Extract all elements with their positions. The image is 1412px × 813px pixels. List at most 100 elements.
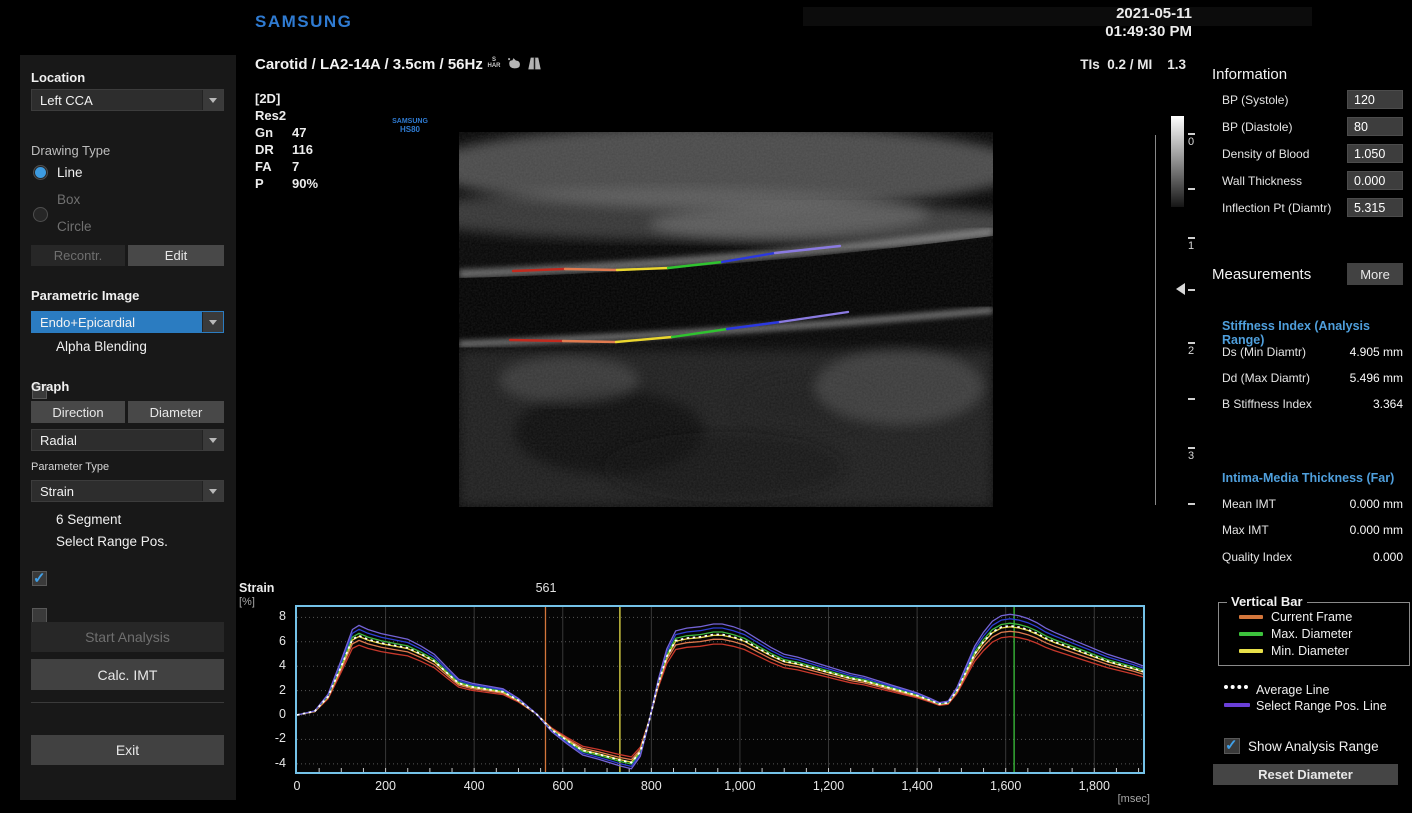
legend-label: Max. Diameter: [1271, 627, 1352, 641]
mode-label: [2D]: [255, 91, 280, 106]
x-tick-label: 1,800: [1070, 779, 1118, 793]
preset-label: Res2: [255, 108, 286, 123]
measure-label: Mean IMT: [1222, 497, 1276, 511]
depth-label: 1: [1185, 240, 1197, 252]
y-tick-label: -2: [258, 731, 286, 745]
vertical-bar-legend: Vertical Bar Current Frame Max. Diameter…: [1218, 602, 1410, 666]
alpha-blending-label: Alpha Blending: [56, 339, 147, 354]
ultrasound-image[interactable]: [459, 132, 993, 507]
show-analysis-range-checkbox[interactable]: [1224, 738, 1240, 754]
ruler-tick: [1188, 342, 1195, 344]
current-frame-swatch: [1239, 615, 1263, 619]
graph-title: Strain: [239, 581, 274, 595]
inflection-pt-input[interactable]: 5.315: [1347, 198, 1403, 217]
radio-box[interactable]: [33, 207, 48, 222]
y-tick-label: 2: [258, 683, 286, 697]
measure-label: Max IMT: [1222, 523, 1269, 537]
measure-value: 0.000 mm: [1300, 497, 1403, 511]
vertical-bar-legend-title: Vertical Bar: [1227, 594, 1307, 609]
measure-value: 0.000 mm: [1300, 523, 1403, 537]
diameter-button[interactable]: Diameter: [128, 401, 224, 423]
near_wall-segment: [513, 269, 565, 271]
far_wall-segment: [510, 340, 563, 341]
system-date: 2021-05-11: [1012, 5, 1192, 23]
near_wall-segment: [565, 269, 617, 270]
harmonic-icon: S HAR: [486, 57, 502, 69]
six-segment-checkbox[interactable]: [32, 571, 47, 586]
x-tick-label: 1,400: [893, 779, 941, 793]
graph-x-unit: [msec]: [1050, 793, 1150, 805]
ruler-tick: [1188, 188, 1195, 190]
samsung-logo: SAMSUNG: [255, 12, 352, 32]
legend-label: Current Frame: [1271, 610, 1352, 624]
depth-label: 2: [1185, 345, 1197, 357]
quickscan-icon: [506, 56, 521, 71]
measure-label: Dd (Max Diamtr): [1222, 371, 1310, 385]
exam-title: Carotid / LA2-14A / 3.5cm / 56Hz: [255, 56, 483, 73]
recontr-button[interactable]: Recontr.: [31, 245, 125, 266]
segment-5-curve: [297, 619, 1143, 767]
x-tick-label: 800: [627, 779, 675, 793]
field-label: BP (Diastole): [1222, 120, 1292, 134]
blood-density-input[interactable]: 1.050: [1347, 144, 1403, 163]
ruler-tick: [1188, 503, 1195, 505]
divider: [31, 702, 224, 703]
exit-button[interactable]: Exit: [31, 735, 224, 765]
ruler-tick: [1188, 237, 1195, 239]
start-analysis-button[interactable]: Start Analysis: [31, 622, 224, 652]
param-key: Gn: [255, 125, 273, 140]
radio-line-label: Line: [57, 165, 83, 180]
stiffness-section-title: Stiffness Index (Analysis Range): [1222, 319, 1412, 347]
param-key: DR: [255, 142, 274, 157]
radio-line[interactable]: [33, 165, 48, 180]
select-range-line-swatch: [1224, 703, 1250, 707]
near_wall-segment: [775, 246, 840, 253]
select-range-pos-checkbox[interactable]: [32, 608, 47, 623]
calc-imt-button[interactable]: Calc. IMT: [31, 659, 224, 690]
far_wall-segment: [672, 329, 727, 337]
graph-mode-value: Radial: [40, 433, 77, 448]
location-value: Left CCA: [40, 93, 93, 108]
reset-diameter-button[interactable]: Reset Diameter: [1213, 764, 1398, 785]
y-tick-label: -4: [258, 756, 286, 770]
more-button[interactable]: More: [1347, 263, 1403, 285]
focus-marker-icon: [1176, 283, 1185, 295]
radio-circle-label: Circle: [57, 219, 92, 234]
current-frame-number: 561: [526, 581, 566, 595]
depth-label: 0: [1185, 136, 1197, 148]
edit-button[interactable]: Edit: [128, 245, 224, 266]
bp-systole-input[interactable]: 120: [1347, 90, 1403, 109]
probe-orientation-icon: [527, 56, 542, 71]
ti-mi-indicator: TIs 0.2 / MI 1.3: [1012, 57, 1186, 72]
device-watermark: SAMSUNG HS80: [386, 118, 434, 134]
select-range-pos-label: Select Range Pos.: [56, 534, 168, 549]
field-label: BP (Systole): [1222, 93, 1288, 107]
wall-thickness-input[interactable]: 0.000: [1347, 171, 1403, 190]
strain-chart: [297, 607, 1143, 772]
parametric-image-value: Endo+Epicardial: [40, 315, 135, 330]
param-key: FA: [255, 159, 272, 174]
x-tick-label: 1,600: [982, 779, 1030, 793]
chevron-down-icon: [202, 312, 223, 332]
show-analysis-range-label: Show Analysis Range: [1248, 739, 1379, 754]
param-value: 7: [292, 159, 299, 174]
bp-diastole-input[interactable]: 80: [1347, 117, 1403, 136]
parameter-type-dropdown[interactable]: Strain: [31, 480, 224, 502]
depth-label: 3: [1185, 450, 1197, 462]
location-label: Location: [31, 70, 85, 85]
y-tick-label: 4: [258, 658, 286, 672]
graph-y-unit: [%]: [239, 596, 255, 608]
average-line-label: Average Line: [1256, 683, 1329, 697]
location-dropdown[interactable]: Left CCA: [31, 89, 224, 111]
param-value: 116: [292, 142, 313, 157]
direction-button[interactable]: Direction: [31, 401, 125, 423]
grayscale-bar: [1171, 116, 1184, 207]
parametric-image-dropdown[interactable]: Endo+Epicardial: [31, 311, 224, 333]
measure-label: Ds (Min Diamtr): [1222, 345, 1306, 359]
parametric-image-label: Parametric Image: [31, 288, 139, 303]
select-range-line-label: Select Range Pos. Line: [1256, 699, 1387, 713]
graph-mode-dropdown[interactable]: Radial: [31, 429, 224, 451]
chevron-down-icon: [202, 430, 223, 450]
measurements-title: Measurements: [1212, 266, 1311, 283]
x-tick-label: 1,200: [805, 779, 853, 793]
